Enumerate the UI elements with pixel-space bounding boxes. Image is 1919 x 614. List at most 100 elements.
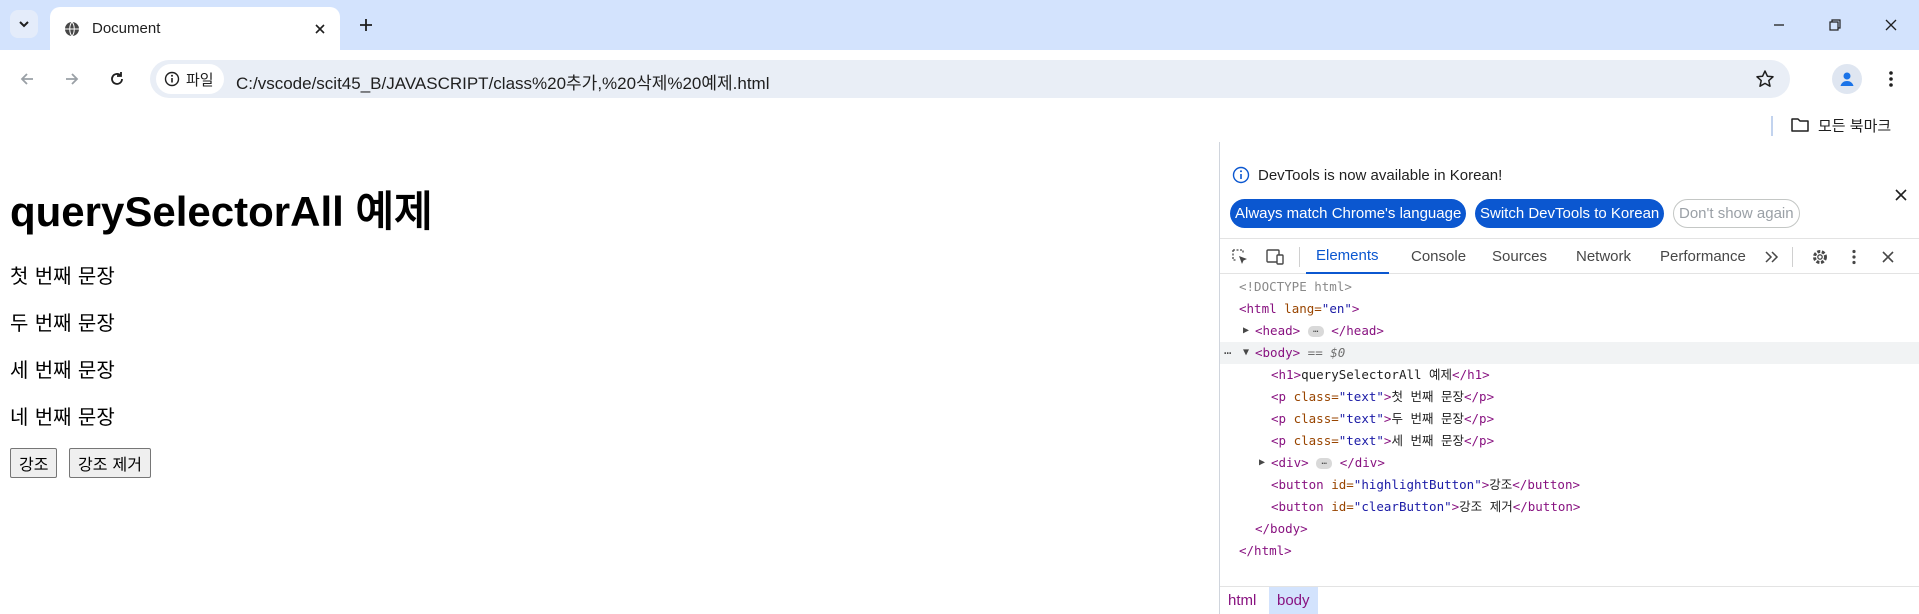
dom-node-h1[interactable]: <h1>querySelectorAll 예제</h1>: [1220, 364, 1919, 386]
tag-name: </head>: [1331, 323, 1384, 338]
dom-node-head[interactable]: ▶ <head> … </head>: [1220, 320, 1919, 342]
profile-button[interactable]: [1832, 64, 1862, 94]
tab-close-button[interactable]: [310, 19, 330, 39]
arrow-right-icon: [66, 73, 79, 85]
dom-node-button[interactable]: <button id="clearButton">강조 제거</button>: [1220, 496, 1919, 518]
attr-name: lang=: [1276, 301, 1322, 316]
paragraph-3: 세 번째 문장: [10, 358, 115, 382]
tag-name: <h1>: [1271, 367, 1302, 382]
tab-performance[interactable]: Performance: [1660, 239, 1746, 274]
tag-name: <button: [1271, 477, 1324, 492]
window-close-button[interactable]: [1871, 10, 1911, 40]
restore-button[interactable]: [1815, 10, 1855, 40]
highlight-button[interactable]: 강조: [10, 448, 58, 478]
close-icon: [1885, 19, 1897, 31]
selected-node-hint: == $0: [1300, 345, 1346, 360]
dom-node-p[interactable]: <p class="text">첫 번째 문장</p>: [1220, 386, 1919, 408]
breadcrumb: html body: [1220, 586, 1919, 614]
chevron-down-icon: [19, 21, 29, 28]
node-actions-icon[interactable]: ⋯: [1224, 342, 1231, 364]
dom-node-html-close[interactable]: </html>: [1220, 540, 1919, 562]
node-text: 첫 번째 문장: [1391, 389, 1464, 404]
dom-node-body-close[interactable]: </body>: [1220, 518, 1919, 540]
active-tab[interactable]: Document: [50, 7, 340, 50]
info-text: DevTools is now available in Korean!: [1258, 166, 1503, 184]
expand-triangle-icon[interactable]: ▶: [1243, 320, 1249, 342]
dom-node-p[interactable]: <p class="text">두 번째 문장</p>: [1220, 408, 1919, 430]
reload-icon: [111, 72, 123, 85]
dom-node-p[interactable]: <p class="text">세 번째 문장</p>: [1220, 430, 1919, 452]
node-text: querySelectorAll 예제: [1301, 367, 1453, 382]
device-icon: [1266, 249, 1284, 265]
toolbar-divider: [1792, 247, 1793, 267]
tab-strip: Document: [0, 0, 1919, 50]
tag-name: </button>: [1512, 477, 1581, 492]
clear-button[interactable]: 강조 제거: [69, 448, 151, 478]
reload-button[interactable]: [102, 64, 132, 94]
dom-node-html[interactable]: <html lang="en">: [1220, 298, 1919, 320]
tab-elements[interactable]: Elements: [1306, 239, 1389, 274]
tag-name: </p>: [1464, 389, 1495, 404]
back-button[interactable]: [12, 64, 42, 94]
tag-name: </button>: [1512, 499, 1581, 514]
ellipsis-icon[interactable]: …: [1307, 326, 1324, 337]
more-tabs-button[interactable]: [1760, 245, 1784, 269]
tag-name: <div>: [1271, 455, 1309, 470]
gear-icon: [1813, 250, 1827, 264]
minimize-button[interactable]: [1759, 10, 1799, 40]
tag-bracket: >: [1351, 301, 1360, 316]
device-toolbar-button[interactable]: [1263, 245, 1287, 269]
dom-node-doctype[interactable]: <!DOCTYPE html>: [1220, 276, 1919, 298]
tab-title: Document: [92, 20, 161, 37]
more-vertical-icon: [1889, 71, 1893, 87]
attr-name: class=: [1286, 433, 1339, 448]
info-icon: [1232, 166, 1250, 184]
close-devtools-button[interactable]: [1876, 245, 1900, 269]
tab-search-button[interactable]: [10, 10, 38, 38]
collapse-triangle-icon[interactable]: ▼: [1243, 342, 1249, 364]
forward-button[interactable]: [57, 64, 87, 94]
attr-value: "text": [1338, 433, 1384, 448]
all-bookmarks-button[interactable]: 모든 북마크: [1790, 112, 1891, 138]
dom-node-body[interactable]: ⋯ ▼ <body> == $0: [1220, 342, 1919, 364]
attr-value: "text": [1338, 411, 1384, 426]
all-bookmarks-label: 모든 북마크: [1818, 117, 1892, 135]
tab-console[interactable]: Console: [1411, 239, 1466, 274]
tag-name: <p: [1271, 411, 1287, 426]
paragraph-4: 네 번째 문장: [10, 405, 115, 429]
devtools-menu-button[interactable]: [1842, 245, 1866, 269]
dont-show-again-button[interactable]: Don't show again: [1673, 199, 1800, 228]
bookmarks-separator: [1771, 116, 1773, 136]
person-icon: [1840, 72, 1854, 86]
browser-menu-button[interactable]: [1876, 64, 1906, 94]
bookmark-star-button[interactable]: [1752, 66, 1778, 92]
dom-node-div[interactable]: ▶ <div> … </div>: [1220, 452, 1919, 474]
attr-name: class=: [1286, 411, 1339, 426]
breadcrumb-body[interactable]: body: [1269, 587, 1318, 614]
settings-button[interactable]: [1808, 245, 1832, 269]
tag-name: </body>: [1255, 521, 1308, 536]
tag-name: </html>: [1239, 543, 1292, 558]
new-tab-button[interactable]: [352, 11, 380, 39]
attr-name: class=: [1286, 389, 1339, 404]
address-bar[interactable]: 파일 C:/vscode/scit45_B/JAVASCRIPT/class%2…: [150, 60, 1790, 98]
url-text[interactable]: C:/vscode/scit45_B/JAVASCRIPT/class%20추가…: [236, 69, 770, 94]
node-text: 세 번째 문장: [1391, 433, 1464, 448]
paragraph-2: 두 번째 문장: [10, 311, 115, 335]
node-text: 두 번째 문장: [1391, 411, 1464, 426]
always-match-language-button[interactable]: Always match Chrome's language: [1230, 199, 1467, 228]
dom-node-button[interactable]: <button id="highlightButton">강조</button>: [1220, 474, 1919, 496]
infobar-close-button[interactable]: [1890, 184, 1912, 206]
tab-sources[interactable]: Sources: [1492, 239, 1547, 274]
tab-network[interactable]: Network: [1576, 239, 1631, 274]
site-info-chip[interactable]: 파일: [156, 64, 224, 94]
ellipsis-icon[interactable]: …: [1316, 458, 1333, 469]
node-text: 강조: [1489, 477, 1513, 492]
inspect-element-button[interactable]: [1228, 245, 1252, 269]
switch-devtools-korean-button[interactable]: Switch DevTools to Korean: [1475, 199, 1665, 228]
plus-icon: [360, 19, 372, 31]
tag-name: <body>: [1255, 345, 1301, 360]
restore-icon: [1829, 19, 1841, 31]
expand-triangle-icon[interactable]: ▶: [1259, 452, 1265, 474]
breadcrumb-html[interactable]: html: [1220, 587, 1264, 614]
